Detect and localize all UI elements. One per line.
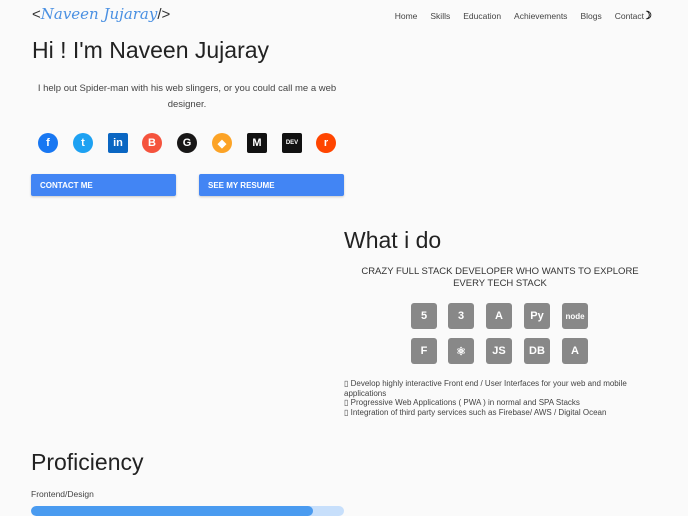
contact-me-button[interactable]: CONTACT ME	[31, 174, 176, 196]
python-icon: Py	[524, 303, 550, 329]
firebase-icon: F	[411, 338, 437, 364]
nav-blogs[interactable]: Blogs	[580, 11, 601, 21]
html5-icon: 5	[411, 303, 437, 329]
javascript-icon: JS	[486, 338, 512, 364]
gitlab-icon[interactable]: ◆	[212, 133, 232, 153]
database-icon: DB	[524, 338, 550, 364]
blogger-icon[interactable]: B	[142, 133, 162, 153]
android-icon: A	[486, 303, 512, 329]
skill-point: ▯ Integration of third party services su…	[344, 407, 607, 417]
reddit-icon[interactable]: r	[316, 133, 336, 153]
github-icon[interactable]: G	[177, 133, 197, 153]
nav-education[interactable]: Education	[463, 11, 501, 21]
nav-contact[interactable]: Contact	[615, 11, 644, 21]
see-resume-button[interactable]: SEE MY RESUME	[199, 174, 344, 196]
nav-home[interactable]: Home	[395, 11, 418, 21]
what-i-do-title: What i do	[344, 227, 442, 253]
dev-icon[interactable]: DEV	[282, 133, 302, 153]
logo[interactable]: <Naveen Jujaray/>	[32, 5, 170, 23]
medium-icon[interactable]: M	[247, 133, 267, 153]
theme-toggle-moon-icon[interactable]: ☽	[642, 9, 652, 22]
what-i-do-subtitle: CRAZY FULL STACK DEVELOPER WHO WANTS TO …	[361, 266, 639, 289]
logo-name: Naveen Jujaray	[40, 5, 158, 23]
proficiency-bar	[31, 506, 344, 516]
nav-menu: Home Skills Education Achievements Blogs…	[395, 11, 644, 21]
nav-skills[interactable]: Skills	[430, 11, 450, 21]
css3-icon: 3	[448, 303, 474, 329]
nodejs-icon: node	[562, 303, 588, 329]
skill-points: ▯ Develop highly interactive Front end /…	[344, 379, 654, 417]
skill-point-text: Progressive Web Applications ( PWA ) in …	[350, 398, 580, 407]
skill-point-text: Develop highly interactive Front end / U…	[344, 379, 627, 398]
adobe-icon: A	[562, 338, 588, 364]
skill-point: ▯ Progressive Web Applications ( PWA ) i…	[344, 398, 580, 407]
proficiency-title: Proficiency	[31, 449, 144, 475]
nav-achievements[interactable]: Achievements	[514, 11, 567, 21]
twitter-icon[interactable]: t	[73, 133, 93, 153]
skill-point-text: Integration of third party services such…	[350, 407, 607, 417]
react-icon: ⚛	[448, 338, 474, 364]
proficiency-label: Frontend/Design	[31, 489, 94, 499]
facebook-icon[interactable]: f	[38, 133, 58, 153]
hero-intro: I help out Spider-man with his web sling…	[37, 83, 337, 110]
proficiency-bar-fill	[31, 506, 313, 516]
skill-point: ▯ Develop highly interactive Front end /…	[344, 379, 627, 398]
logo-prefix: <	[32, 6, 41, 23]
hero-title: Hi ! I'm Naveen Jujaray	[32, 37, 270, 63]
linkedin-icon[interactable]: in	[108, 133, 128, 153]
logo-suffix: />	[157, 6, 171, 23]
